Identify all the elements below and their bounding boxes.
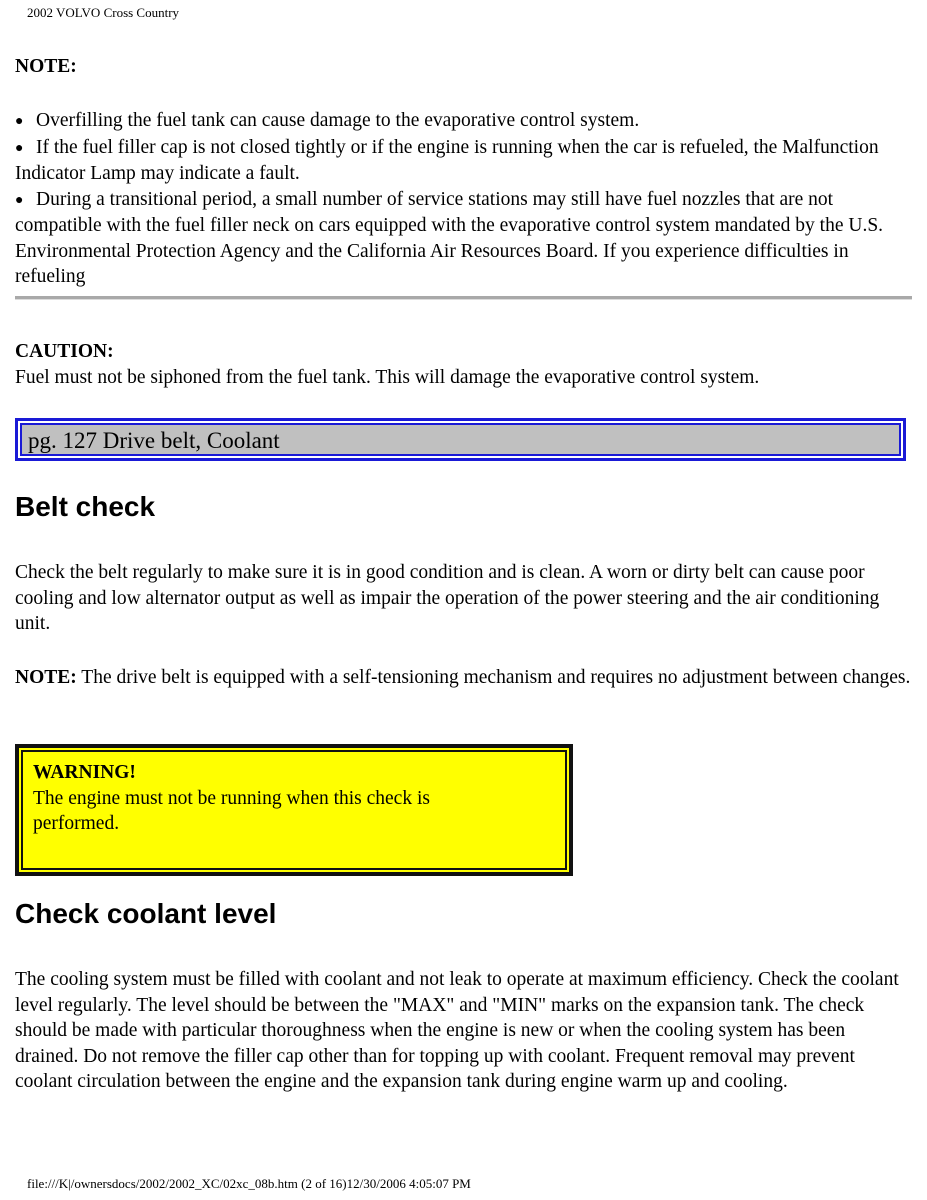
caution-text: Fuel must not be siphoned from the fuel … bbox=[15, 367, 760, 388]
coolant-paragraph: The cooling system must be filled with c… bbox=[15, 969, 899, 1092]
document-footer: file:///K|/ownersdocs/2002/2002_XC/02xc_… bbox=[27, 1176, 471, 1191]
coolant-heading: Check coolant level bbox=[15, 898, 277, 929]
list-item: ● During a transitional period, a small n… bbox=[15, 187, 912, 290]
page-banner-label: pg. 127 Drive belt, Coolant bbox=[20, 423, 901, 456]
caution-title: CAUTION: bbox=[15, 341, 114, 362]
bullet-icon: ● bbox=[15, 192, 24, 208]
warning-box: WARNING! The engine must not be running … bbox=[15, 744, 573, 876]
belt-note-text: The drive belt is equipped with a self-t… bbox=[76, 667, 911, 688]
note-title: NOTE: bbox=[15, 56, 77, 77]
warning-text: The engine must not be running when this… bbox=[33, 787, 430, 835]
belt-check-heading: Belt check bbox=[15, 491, 156, 522]
belt-note-label: NOTE: bbox=[15, 667, 77, 688]
document-header: 2002 VOLVO Cross Country bbox=[27, 5, 180, 20]
list-item: ● If the fuel filler cap is not closed ti… bbox=[15, 135, 912, 187]
page-banner: pg. 127 Drive belt, Coolant bbox=[15, 418, 906, 461]
note-bullet-list: ● Overfilling the fuel tank can cause dam… bbox=[15, 108, 912, 290]
bullet-text: If the fuel filler cap is not closed tig… bbox=[15, 136, 879, 185]
bullet-icon: ● bbox=[15, 140, 24, 156]
belt-check-paragraph: Check the belt regularly to make sure it… bbox=[15, 562, 880, 634]
bullet-text: During a transitional period, a small nu… bbox=[15, 188, 884, 288]
horizontal-divider bbox=[15, 296, 912, 300]
warning-title: WARNING! bbox=[33, 762, 136, 783]
belt-note: NOTE: The drive belt is equipped with a … bbox=[15, 665, 912, 691]
bullet-icon: ● bbox=[15, 114, 24, 129]
list-item: ● Overfilling the fuel tank can cause dam… bbox=[15, 108, 912, 135]
bullet-text: Overfilling the fuel tank can cause dama… bbox=[36, 110, 640, 131]
